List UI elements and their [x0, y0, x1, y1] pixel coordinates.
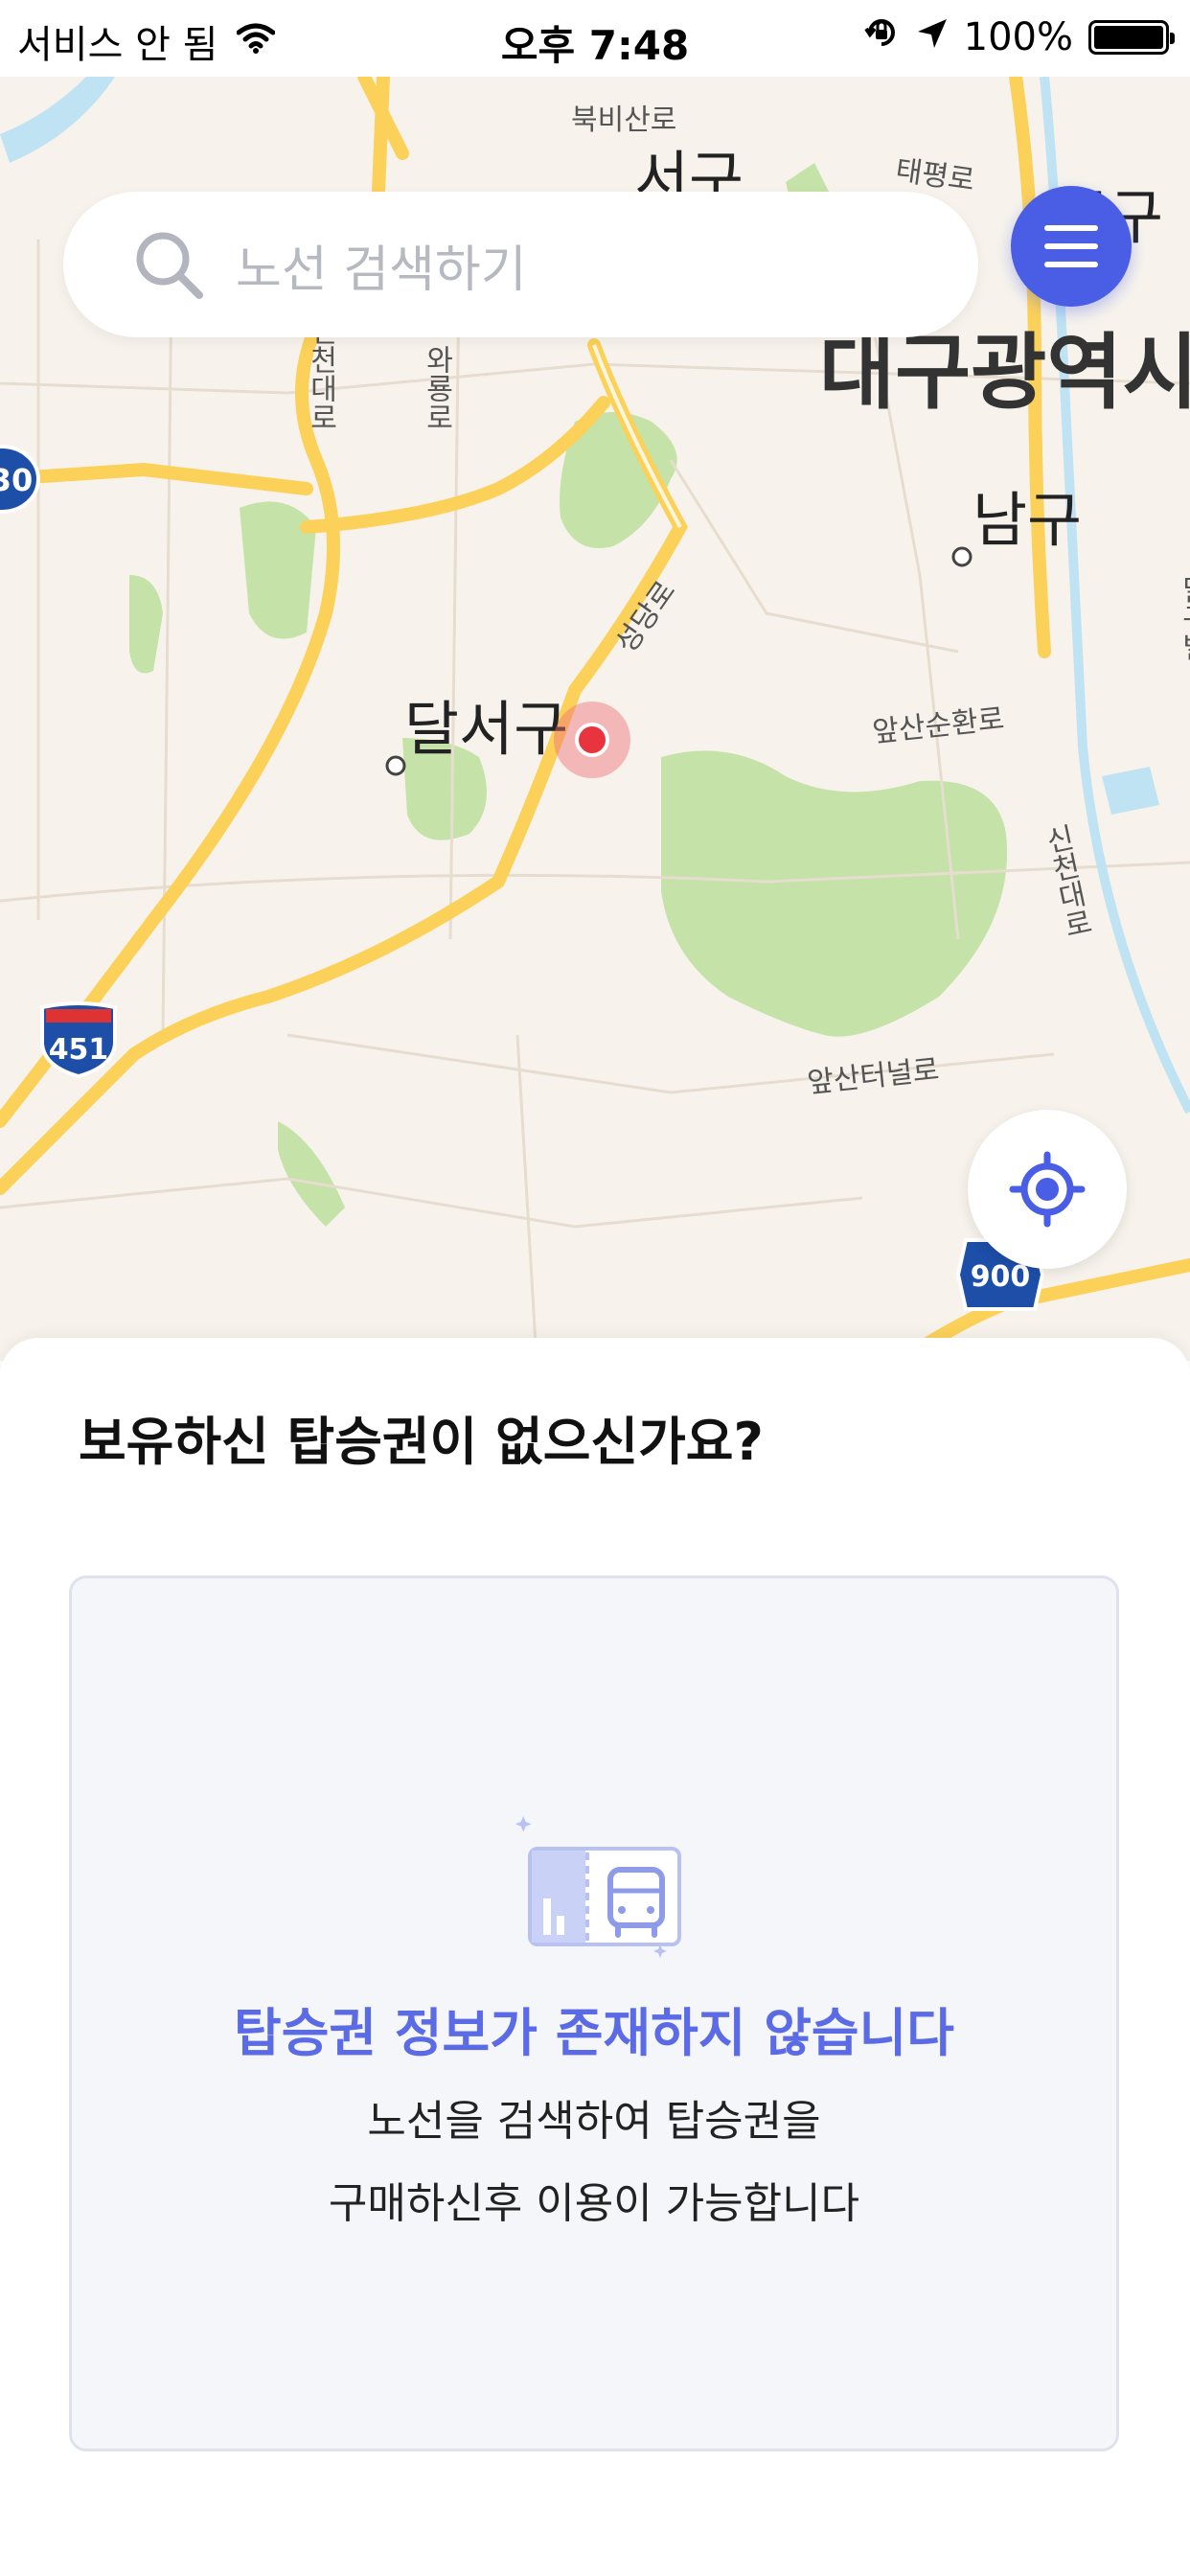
sheet-title: 보유하신 탑승권이 없으신가요?	[79, 1412, 764, 1472]
park-apsan	[661, 750, 1008, 1037]
map-label-dalseo-gu: 달서구	[404, 694, 569, 764]
empty-state-desc-line2: 구매하신후 이용이 가능합니다	[328, 2179, 860, 2228]
location-arrow-icon	[916, 15, 949, 59]
hamburger-menu-icon	[1044, 225, 1098, 267]
highway-shield-451-label: 451	[49, 1033, 109, 1067]
map-label-waryong-ro: 와룡로	[420, 345, 453, 431]
park-small-1	[129, 575, 163, 674]
ticket-bottom-sheet: 보유하신 탑승권이 없으신가요? 탑승권 정보가 존재하지 않습니다 노선을 검…	[0, 1338, 1190, 2576]
current-location-dot	[575, 723, 609, 757]
map-marker-nam-gu	[951, 546, 973, 567]
map-marker-dalseo-gu	[385, 755, 406, 776]
highway-shield-30: 30	[0, 443, 42, 519]
status-right: 100%	[862, 13, 1175, 61]
map-view[interactable]: 북비산로 서구 태평로 중구 대구광역시 신천대로 와룡로 남구 성당로 달서구…	[0, 77, 1190, 1361]
park-small-2	[278, 1121, 345, 1227]
water-river-nw	[0, 77, 115, 163]
empty-ticket-card: 탑승권 정보가 존재하지 않습니다 노선을 검색하여 탑승권을 구매하신후 이용…	[69, 1576, 1119, 2451]
search-icon	[136, 232, 203, 299]
empty-state-title: 탑승권 정보가 존재하지 않습니다	[234, 2003, 954, 2063]
crosshair-target-icon	[1009, 1151, 1086, 1228]
battery-percent: 100%	[963, 15, 1073, 59]
water-pond	[1102, 767, 1159, 815]
app-screen: 서비스 안 됨 오후 7:48 100% 북비산로 서구 태평로 대구광역시 신…	[0, 0, 1190, 2576]
highway-shield-30-label: 30	[0, 462, 33, 498]
battery-level-fill	[1094, 26, 1163, 49]
current-location-marker	[554, 702, 630, 778]
orientation-lock-icon	[862, 13, 901, 61]
map-label-edge: 달구벌	[1176, 575, 1190, 661]
my-location-button[interactable]	[968, 1110, 1127, 1269]
bus-ticket-icon	[515, 1816, 681, 1958]
highway-shield-900-label: 900	[971, 1260, 1031, 1294]
menu-button[interactable]	[1011, 186, 1132, 307]
status-bar: 서비스 안 됨 오후 7:48 100%	[0, 0, 1190, 77]
map-label-nam-gu: 남구	[973, 485, 1083, 555]
empty-state-desc-line1: 노선을 검색하여 탑승권을	[367, 2097, 821, 2146]
search-placeholder[interactable]: 노선 검색하기	[236, 229, 527, 301]
highway-shield-451: 451	[38, 1001, 119, 1079]
battery-icon	[1088, 20, 1175, 55]
route-search-bar[interactable]: 노선 검색하기	[63, 192, 978, 337]
